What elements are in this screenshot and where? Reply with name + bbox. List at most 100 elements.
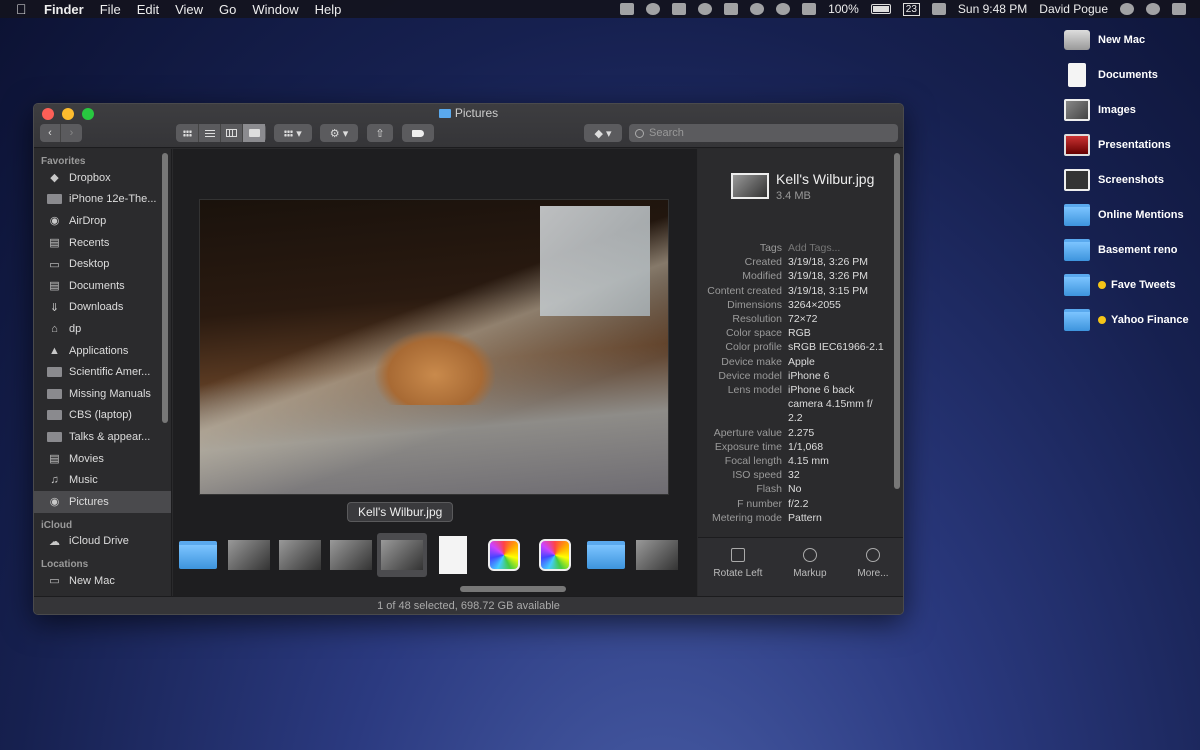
image-preview[interactable] (199, 199, 669, 495)
menu-help[interactable]: Help (315, 2, 342, 17)
time-machine-icon[interactable] (776, 3, 791, 15)
sidebar-item-label: Downloads (69, 301, 124, 314)
sidebar-item[interactable]: ⇓ Downloads (34, 297, 171, 319)
sidebar-item[interactable]: ◆ Dropbox (34, 167, 171, 189)
dropbox-menu-icon[interactable] (672, 3, 687, 15)
sidebar-item[interactable]: Missing Manuals (34, 383, 171, 405)
thumbnail[interactable] (428, 533, 478, 577)
menu-clock[interactable]: Sun 9:48 PM (958, 2, 1027, 16)
thumbnail[interactable] (632, 533, 682, 577)
menu-go[interactable]: Go (219, 2, 236, 17)
desktop-item[interactable]: Basement reno (1064, 232, 1200, 267)
metadata-key: Tags (759, 242, 782, 254)
menu-file[interactable]: File (100, 2, 121, 17)
metadata-key: Exposure time (714, 440, 782, 453)
sidebar-item-label: iPhone 12e-The... (69, 193, 157, 206)
folder-icon (1064, 203, 1090, 226)
search-field[interactable]: Search (629, 124, 898, 142)
rotate-left-button[interactable]: Rotate Left (713, 548, 762, 596)
thumbnail[interactable] (581, 533, 631, 577)
battery-percent[interactable]: 100% (828, 2, 859, 16)
spotlight-icon[interactable] (1120, 3, 1134, 15)
icon-view-button[interactable] (177, 124, 199, 142)
thumbnail[interactable] (275, 533, 325, 577)
sidebar-item[interactable]: ▭ New Mac (34, 570, 171, 592)
metadata-value: sRGB IEC61966-2.1 (788, 341, 884, 354)
back-forward-control: ‹ › (40, 124, 82, 142)
sidebar-item[interactable]: ⌂ dp (34, 318, 171, 340)
sidebar: Favorites ◆ Dropbox iPhone 12e-The... ◉ AirDr… (34, 149, 172, 596)
sidebar-item[interactable]: ◉ Pictures (34, 490, 171, 513)
thumbnail[interactable] (479, 533, 529, 577)
thumbnail-scrollbar[interactable] (460, 586, 566, 592)
action-button[interactable]: ⚙ ▾ (320, 124, 358, 142)
sidebar-item[interactable]: iPhone 12e-The... (34, 189, 171, 211)
desktop-item[interactable]: Documents (1064, 57, 1200, 92)
thumbnail[interactable] (377, 533, 427, 577)
notification-center-icon[interactable] (1172, 3, 1186, 15)
status-menu-icon[interactable] (646, 3, 661, 15)
inspector-scrollbar[interactable] (894, 153, 900, 489)
sidebar-item[interactable]: Scientific Amer... (34, 361, 171, 383)
textexpander-icon[interactable] (698, 3, 713, 15)
desktop-item[interactable]: Screenshots (1064, 162, 1200, 197)
metadata-key: Resolution (732, 313, 782, 326)
calendar-badge[interactable]: 23 (902, 2, 920, 16)
sidebar-item[interactable]: ▤ Recents (34, 232, 171, 254)
sidebar-item[interactable]: ▤ Documents (34, 275, 171, 297)
command-icon[interactable] (724, 3, 739, 15)
menu-window[interactable]: Window (252, 2, 298, 17)
folder-icon (47, 194, 62, 205)
thumbnail[interactable] (326, 533, 376, 577)
apple-menu-icon[interactable]:  (16, 1, 34, 17)
tags-button[interactable] (402, 124, 434, 142)
desktop-item[interactable]: Fave Tweets (1064, 267, 1200, 302)
back-button[interactable]: ‹ (40, 124, 61, 142)
sidebar-item[interactable]: ◉ AirDrop (34, 210, 171, 232)
menu-app-finder[interactable]: Finder (44, 2, 84, 17)
sidebar-item[interactable]: ☁ iCloud Drive (34, 531, 171, 553)
sidebar-item[interactable]: ♫ Music (34, 469, 171, 491)
folder-icon (1064, 273, 1090, 296)
dropbox-toolbar-button[interactable]: ◆ ▾ (584, 124, 622, 142)
thumbnail[interactable] (224, 533, 274, 577)
sidebar-item[interactable]: ▤ Movies (34, 448, 171, 470)
metadata-row: F number f/2.2 (698, 497, 898, 511)
menu-view[interactable]: View (175, 2, 203, 17)
downloads-icon: ⇓ (49, 301, 60, 314)
menu-edit[interactable]: Edit (137, 2, 159, 17)
share-button[interactable]: ⇧ (367, 124, 393, 142)
metadata-row: Lens model iPhone 6 back camera 4.15mm f/… (698, 383, 898, 426)
desktop-item[interactable]: Images (1064, 92, 1200, 127)
sidebar-item[interactable]: CBS (laptop) (34, 405, 171, 427)
thumbnail[interactable] (530, 533, 580, 577)
metadata-key: Device make (721, 355, 782, 368)
group-button[interactable]: ▾ (274, 124, 312, 142)
battery-icon[interactable] (870, 4, 891, 14)
preview-inspector: Kell's Wilbur.jpg 3.4 MB Tags Add Tags...… (698, 149, 903, 596)
airplay-icon[interactable] (931, 3, 946, 15)
sidebar-item[interactable]: ▭ Desktop (34, 253, 171, 275)
title-bar[interactable]: Pictures ‹ › ▾ ⚙ ▾ ⇧ ◆ ▾ Search (34, 104, 903, 148)
list-view-button[interactable] (199, 124, 221, 142)
bluetooth-icon[interactable] (802, 3, 817, 15)
markup-button[interactable]: Markup (793, 548, 827, 596)
applications-icon: ▲ (49, 344, 60, 357)
thumbnail[interactable] (173, 533, 223, 577)
desktop-item[interactable]: Presentations (1064, 127, 1200, 162)
sidebar-scrollbar[interactable] (162, 153, 168, 423)
forward-button[interactable]: › (61, 124, 82, 142)
menu-user[interactable]: David Pogue (1039, 2, 1108, 16)
sidebar-item[interactable]: ▲ Applications (34, 340, 171, 362)
more-button[interactable]: More... (857, 548, 889, 596)
gallery-view-button[interactable] (243, 124, 265, 142)
sidebar-item[interactable]: Talks & appear... (34, 426, 171, 448)
desktop-item[interactable]: Online Mentions (1064, 197, 1200, 232)
column-view-button[interactable] (221, 124, 243, 142)
wp-status-icon[interactable] (620, 3, 635, 15)
add-tags-field[interactable]: Add Tags... (788, 241, 888, 255)
siri-icon[interactable] (1146, 3, 1160, 15)
desktop-item[interactable]: New Mac (1064, 22, 1200, 57)
desktop-item[interactable]: Yahoo Finance (1064, 302, 1200, 337)
wifi-icon[interactable] (750, 3, 765, 15)
